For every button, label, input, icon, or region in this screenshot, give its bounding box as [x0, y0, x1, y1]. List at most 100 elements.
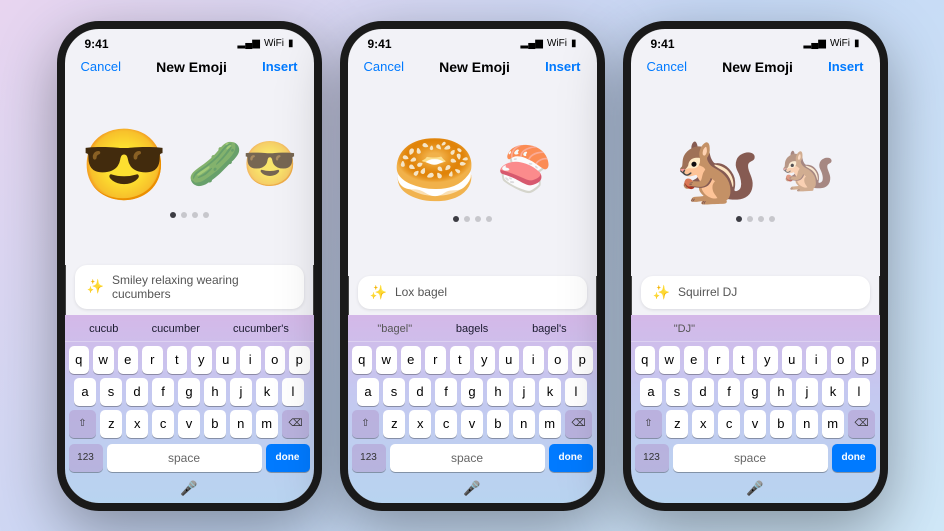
key-3-v[interactable]: v [744, 410, 766, 438]
key-3-f[interactable]: f [718, 378, 740, 406]
key-x[interactable]: x [126, 410, 148, 438]
suggestion-3-2[interactable] [760, 321, 772, 337]
key-3-h[interactable]: h [770, 378, 792, 406]
key-z[interactable]: z [100, 410, 122, 438]
suggestion-1-1[interactable]: cucub [83, 321, 124, 337]
key-2-i[interactable]: i [523, 346, 544, 374]
cancel-button-2[interactable]: Cancel [364, 59, 404, 74]
key-k[interactable]: k [256, 378, 278, 406]
key-t[interactable]: t [167, 346, 188, 374]
key-2-d[interactable]: d [409, 378, 431, 406]
key-shift[interactable]: ⇧ [69, 410, 97, 438]
key-i[interactable]: i [240, 346, 261, 374]
key-y[interactable]: y [191, 346, 212, 374]
input-prompt-2[interactable]: ✨ Lox bagel [358, 276, 587, 309]
key-123-3[interactable]: 123 [635, 444, 669, 472]
cancel-button-3[interactable]: Cancel [647, 59, 687, 74]
key-123-2[interactable]: 123 [352, 444, 386, 472]
key-2-a[interactable]: a [357, 378, 379, 406]
input-prompt-1[interactable]: ✨ Smiley relaxing wearing cucumbers [75, 265, 304, 309]
suggestion-3-1[interactable]: "DJ" [668, 321, 701, 337]
key-3-p[interactable]: p [855, 346, 876, 374]
key-3-m[interactable]: m [822, 410, 844, 438]
key-3-q[interactable]: q [635, 346, 656, 374]
suggestion-2-2[interactable]: bagels [450, 321, 494, 337]
key-p[interactable]: p [289, 346, 310, 374]
key-3-y[interactable]: y [757, 346, 778, 374]
key-u[interactable]: u [216, 346, 237, 374]
key-3-i[interactable]: i [806, 346, 827, 374]
key-e[interactable]: e [118, 346, 139, 374]
key-q[interactable]: q [69, 346, 90, 374]
suggestion-1-2[interactable]: cucumber [146, 321, 206, 337]
cancel-button-1[interactable]: Cancel [81, 59, 121, 74]
key-3-l[interactable]: l [848, 378, 870, 406]
key-3-o[interactable]: o [831, 346, 852, 374]
key-3-b[interactable]: b [770, 410, 792, 438]
key-2-o[interactable]: o [548, 346, 569, 374]
key-3-g[interactable]: g [744, 378, 766, 406]
mic-icon-1[interactable]: 🎤 [180, 480, 197, 497]
key-2-j[interactable]: j [513, 378, 535, 406]
suggestion-2-1[interactable]: "bagel" [371, 321, 418, 337]
insert-button-1[interactable]: Insert [262, 59, 297, 74]
key-2-s[interactable]: s [383, 378, 405, 406]
key-2-f[interactable]: f [435, 378, 457, 406]
key-3-z[interactable]: z [666, 410, 688, 438]
key-3-a[interactable]: a [640, 378, 662, 406]
key-2-b[interactable]: b [487, 410, 509, 438]
key-3-shift[interactable]: ⇧ [635, 410, 663, 438]
key-o[interactable]: o [265, 346, 286, 374]
key-3-r[interactable]: r [708, 346, 729, 374]
key-done-2[interactable]: done [549, 444, 593, 472]
mic-icon-3[interactable]: 🎤 [746, 480, 763, 497]
key-3-j[interactable]: j [796, 378, 818, 406]
key-2-z[interactable]: z [383, 410, 405, 438]
key-delete[interactable]: ⌫ [282, 410, 310, 438]
key-j[interactable]: j [230, 378, 252, 406]
key-3-s[interactable]: s [666, 378, 688, 406]
key-3-t[interactable]: t [733, 346, 754, 374]
key-2-e[interactable]: e [401, 346, 422, 374]
key-space-3[interactable]: space [673, 444, 828, 472]
key-3-n[interactable]: n [796, 410, 818, 438]
key-m[interactable]: m [256, 410, 278, 438]
insert-button-3[interactable]: Insert [828, 59, 863, 74]
key-2-m[interactable]: m [539, 410, 561, 438]
key-2-q[interactable]: q [352, 346, 373, 374]
key-3-delete[interactable]: ⌫ [848, 410, 876, 438]
key-a[interactable]: a [74, 378, 96, 406]
key-s[interactable]: s [100, 378, 122, 406]
key-2-y[interactable]: y [474, 346, 495, 374]
key-d[interactable]: d [126, 378, 148, 406]
key-space-1[interactable]: space [107, 444, 262, 472]
key-h[interactable]: h [204, 378, 226, 406]
key-2-h[interactable]: h [487, 378, 509, 406]
key-r[interactable]: r [142, 346, 163, 374]
key-done-3[interactable]: done [832, 444, 876, 472]
key-2-u[interactable]: u [499, 346, 520, 374]
key-2-w[interactable]: w [376, 346, 397, 374]
key-2-shift[interactable]: ⇧ [352, 410, 380, 438]
key-3-u[interactable]: u [782, 346, 803, 374]
key-3-x[interactable]: x [692, 410, 714, 438]
key-space-2[interactable]: space [390, 444, 545, 472]
key-done-1[interactable]: done [266, 444, 310, 472]
key-2-r[interactable]: r [425, 346, 446, 374]
key-v[interactable]: v [178, 410, 200, 438]
insert-button-2[interactable]: Insert [545, 59, 580, 74]
key-3-k[interactable]: k [822, 378, 844, 406]
suggestion-1-3[interactable]: cucumber's [227, 321, 295, 337]
key-2-delete[interactable]: ⌫ [565, 410, 593, 438]
input-prompt-3[interactable]: ✨ Squirrel DJ [641, 276, 870, 309]
key-2-p[interactable]: p [572, 346, 593, 374]
key-f[interactable]: f [152, 378, 174, 406]
mic-icon-2[interactable]: 🎤 [463, 480, 480, 497]
suggestion-2-3[interactable]: bagel's [526, 321, 573, 337]
key-2-c[interactable]: c [435, 410, 457, 438]
key-b[interactable]: b [204, 410, 226, 438]
key-2-g[interactable]: g [461, 378, 483, 406]
key-l[interactable]: l [282, 378, 304, 406]
key-2-n[interactable]: n [513, 410, 535, 438]
key-3-d[interactable]: d [692, 378, 714, 406]
